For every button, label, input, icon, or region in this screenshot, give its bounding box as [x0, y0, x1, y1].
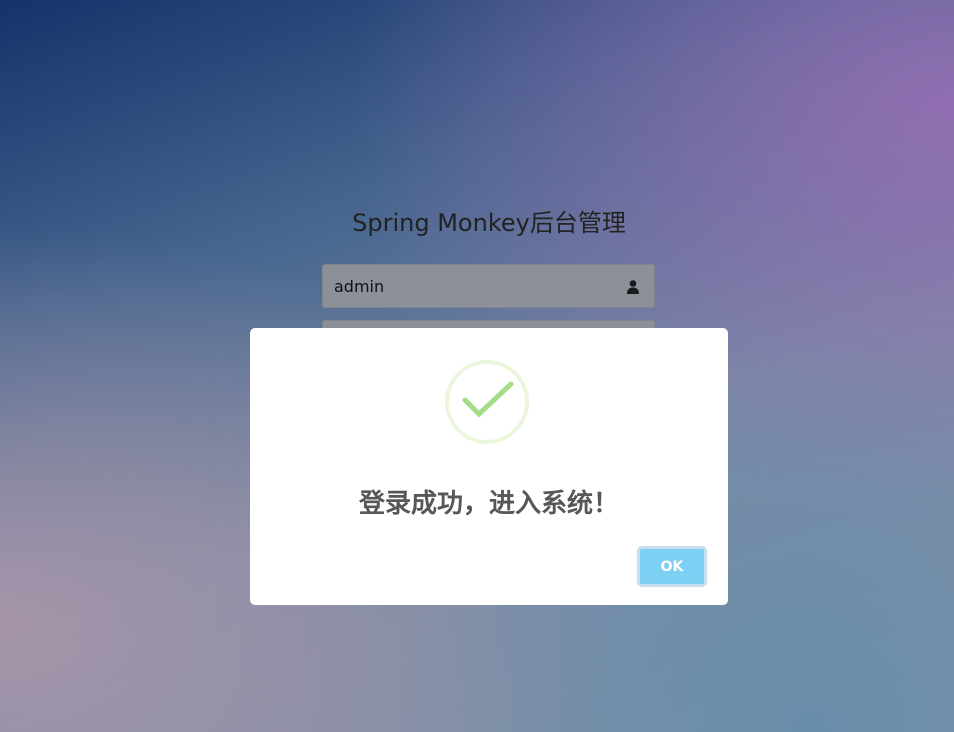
dialog-message: 登录成功，进入系统！ — [358, 489, 619, 519]
username-value: admin — [334, 277, 385, 296]
page-title: Spring Monkey后台管理 — [352, 209, 626, 237]
success-check-icon — [445, 360, 529, 444]
username-input[interactable]: admin — [322, 264, 655, 308]
success-dialog: 登录成功，进入系统！ OK — [250, 328, 728, 605]
user-icon — [627, 279, 639, 298]
ok-button[interactable]: OK — [637, 546, 707, 587]
